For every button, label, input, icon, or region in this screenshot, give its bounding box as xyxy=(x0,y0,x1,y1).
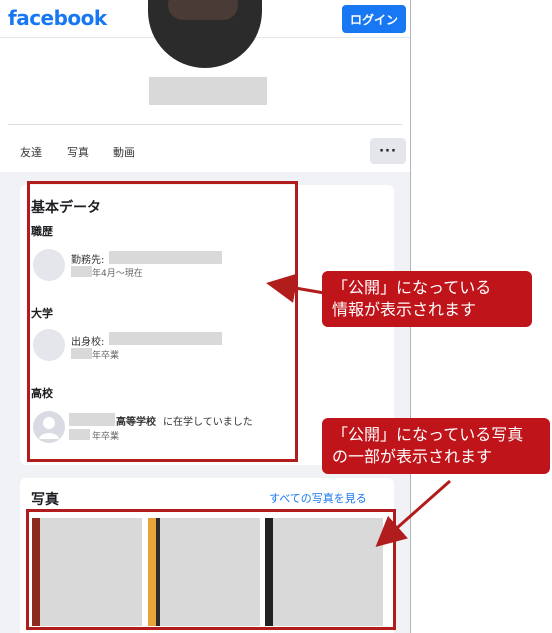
callout-photos-line1: 「公開」になっている写真 xyxy=(332,425,524,444)
callout-info-public: 「公開」になっている 情報が表示されます xyxy=(322,271,532,327)
callout-photos-line2: の一部が表示されます xyxy=(332,447,493,466)
callout-info-line1: 「公開」になっている xyxy=(332,278,492,297)
arrow-to-photos xyxy=(375,479,451,547)
callout-info-line2: 情報が表示されます xyxy=(332,300,477,319)
callout-photos-public: 「公開」になっている写真 の一部が表示されます xyxy=(322,418,550,474)
